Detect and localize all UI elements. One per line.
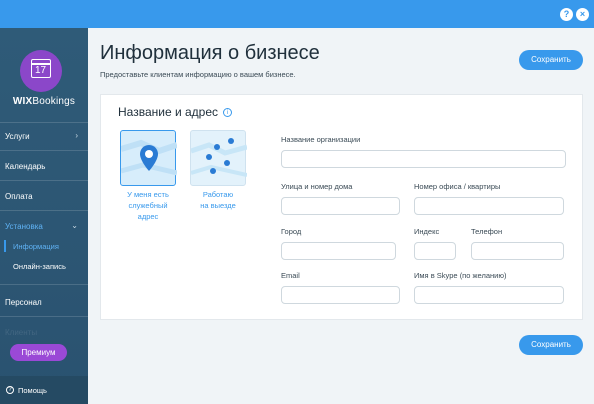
divider (0, 316, 88, 317)
close-icon[interactable]: × (576, 8, 589, 21)
street-input[interactable] (281, 197, 400, 215)
skype-input[interactable] (414, 286, 564, 304)
page-title: Информация о бизнесе (100, 42, 320, 64)
option-fixed-address-label: У меня есть служебный адрес (127, 190, 169, 221)
main-content: Информация о бизнесе Предоставьте клиент… (88, 28, 594, 404)
sidebar-item-staff[interactable]: Персонал (5, 298, 42, 307)
option-fixed-address[interactable] (120, 130, 178, 186)
question-icon[interactable]: ? (6, 386, 14, 394)
office-label: Номер офиса / квартиры (414, 182, 501, 191)
help-icon[interactable]: ? (560, 8, 573, 21)
city-input[interactable] (281, 242, 396, 260)
divider (0, 284, 88, 285)
option-mobile[interactable] (190, 130, 248, 186)
office-input[interactable] (414, 197, 564, 215)
zip-input[interactable] (414, 242, 456, 260)
divider (0, 150, 88, 151)
business-card: Название и адрес i У меня есть служебный… (100, 94, 583, 320)
brand-name: WIXBookings (12, 96, 76, 107)
map-pins-icon (190, 138, 248, 177)
save-button-top[interactable]: Сохранить (519, 50, 583, 70)
sidebar: 17 WIXBookings Услуги › Календарь Оплата… (0, 28, 88, 404)
chevron-right-icon: › (75, 131, 78, 140)
zip-label: Индекс (414, 227, 440, 236)
premium-button[interactable]: Премиум (10, 344, 67, 361)
calendar-icon-number: 17 (35, 65, 47, 76)
skype-label: Имя в Skype (по желанию) (414, 271, 507, 280)
divider (0, 210, 88, 211)
map-icon (120, 139, 178, 176)
divider (0, 180, 88, 181)
option-mobile-label: Работаю на выезде (200, 190, 236, 210)
top-bar (0, 0, 594, 28)
phone-input[interactable] (471, 242, 564, 260)
sidebar-subitem-info[interactable]: Информация (13, 242, 59, 251)
org-name-label: Название организации (281, 135, 361, 144)
help-link[interactable]: Помощь (18, 386, 47, 395)
active-indicator (4, 240, 6, 252)
org-name-input[interactable] (281, 150, 566, 168)
email-field[interactable] (281, 286, 400, 304)
chevron-down-icon: ⌄ (71, 221, 78, 230)
page-subtitle: Предоставьте клиентам информацию о вашем… (100, 70, 296, 79)
sidebar-item-services[interactable]: Услуги (5, 132, 30, 141)
phone-label: Телефон (471, 227, 503, 236)
divider (0, 122, 88, 123)
info-icon[interactable]: i (223, 108, 232, 117)
sidebar-item-clients[interactable]: Клиенты (5, 328, 37, 337)
save-button-bottom[interactable]: Сохранить (519, 335, 583, 355)
card-title: Название и адрес (118, 105, 219, 119)
sidebar-subitem-booking[interactable]: Онлайн-запись (13, 262, 66, 271)
sidebar-item-calendar[interactable]: Календарь (5, 162, 45, 171)
email-label: Email (281, 271, 300, 280)
city-label: Город (281, 227, 302, 236)
street-label: Улица и номер дома (281, 182, 353, 191)
sidebar-item-setup[interactable]: Установка (5, 222, 43, 231)
sidebar-item-payment[interactable]: Оплата (5, 192, 33, 201)
